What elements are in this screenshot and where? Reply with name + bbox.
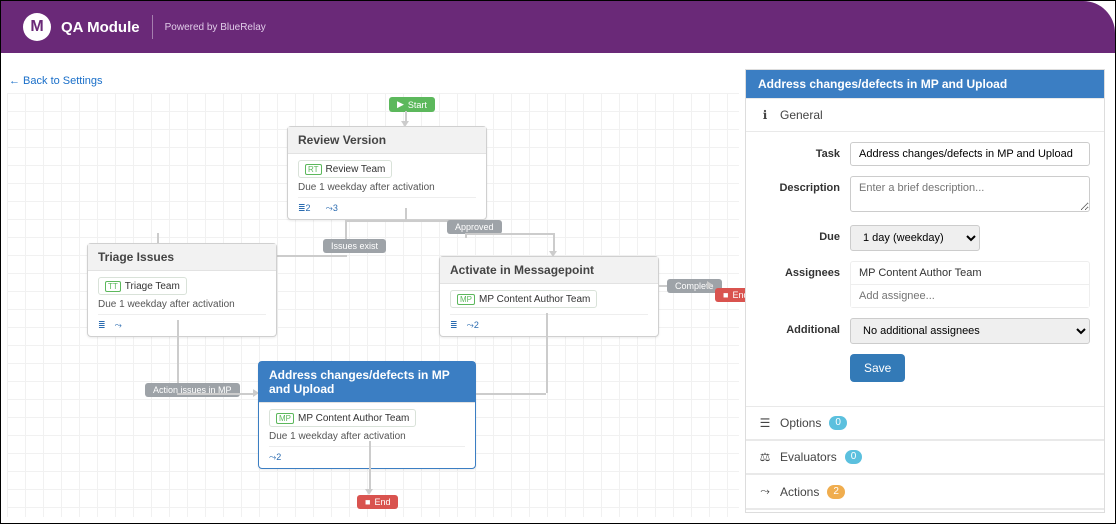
node-meta: ≣ ⤳2 xyxy=(450,314,648,332)
section-actions[interactable]: ⤳ Actions 2 xyxy=(746,474,1104,509)
assignee-name: MP Content Author Team xyxy=(298,413,409,424)
connector-line xyxy=(476,393,546,395)
arrow-right-icon xyxy=(707,281,713,289)
powered-by-text: Powered by BlueRelay xyxy=(165,22,266,33)
connector-line xyxy=(405,208,407,220)
due-select[interactable]: 1 day (weekday) xyxy=(850,225,980,251)
assignee-name: Review Team xyxy=(326,164,386,175)
stop-icon: ■ xyxy=(365,497,370,507)
additional-label: Additional xyxy=(760,318,850,336)
play-icon: ▶ xyxy=(397,99,404,110)
node-title: Activate in Messagepoint xyxy=(440,257,658,284)
due-text: Due 1 weekday after activation xyxy=(98,299,266,310)
options-badge: 0 xyxy=(829,416,847,430)
assignee-tag: TT xyxy=(105,281,121,292)
section-label: Options xyxy=(780,416,821,430)
section-label: Evaluators xyxy=(780,450,837,464)
node-title: Address changes/defects in MP and Upload xyxy=(259,362,475,403)
assignee-current[interactable]: MP Content Author Team xyxy=(851,262,1089,285)
end-pill-bottom[interactable]: ■ End xyxy=(357,495,398,509)
node-meta: ⤳2 xyxy=(269,446,465,464)
app-title: QA Module xyxy=(61,19,140,36)
node-meta: ≣2 ⤳3 xyxy=(298,197,476,215)
info-icon: ℹ xyxy=(758,108,772,122)
general-form: Task Description Due 1 day (weekday) Ass… xyxy=(746,132,1104,406)
end-label: End xyxy=(374,497,390,507)
back-to-settings-link[interactable]: ← Back to Settings xyxy=(9,75,103,87)
assignee-chip: TT Triage Team xyxy=(98,277,187,295)
panel-title: Address changes/defects in MP and Upload xyxy=(746,70,1104,98)
section-label: General xyxy=(780,108,823,122)
task-input[interactable] xyxy=(850,142,1090,166)
connector-line xyxy=(465,233,555,235)
assignee-name: MP Content Author Team xyxy=(479,294,590,305)
complete-label: Complete xyxy=(667,279,722,293)
node-activate-messagepoint[interactable]: Activate in Messagepoint MP MP Content A… xyxy=(439,256,659,337)
properties-panel: Address changes/defects in MP and Upload… xyxy=(745,69,1105,513)
list-icon: ≣ xyxy=(98,320,106,330)
evaluators-badge: 0 xyxy=(845,450,863,464)
section-evaluators[interactable]: ⚖ Evaluators 0 xyxy=(746,440,1104,474)
task-label: Task xyxy=(760,142,850,160)
description-input[interactable] xyxy=(850,176,1090,212)
assignees-label: Assignees xyxy=(760,261,850,279)
stop-icon: ■ xyxy=(723,290,728,300)
workflow-canvas[interactable]: ▶ Start Review Version RT Review Team Du… xyxy=(7,93,739,517)
due-text: Due 1 weekday after activation xyxy=(298,182,476,193)
section-options[interactable]: ☰ Options 0 xyxy=(746,406,1104,440)
branch-icon: ⤳3 xyxy=(326,203,344,213)
branch-icon: ⤳ xyxy=(115,320,122,330)
app-header: M QA Module Powered by BlueRelay xyxy=(1,1,1115,53)
connector-line xyxy=(177,320,179,390)
add-assignee-input[interactable] xyxy=(851,285,1089,307)
additional-select[interactable]: No additional assignees xyxy=(850,318,1090,344)
assignee-chip: RT Review Team xyxy=(298,160,392,178)
connector-line xyxy=(553,233,555,253)
section-label: Actions xyxy=(780,485,819,499)
branch-icon: ⤳2 xyxy=(269,452,287,462)
connector-line xyxy=(546,313,548,393)
assignee-name: Triage Team xyxy=(125,281,180,292)
header-divider xyxy=(152,15,153,39)
assignee-tag: MP xyxy=(276,413,294,424)
branch-icon: ⤳2 xyxy=(467,320,485,330)
approved-label: Approved xyxy=(447,220,502,234)
list-icon: ☰ xyxy=(758,416,772,430)
node-review-version[interactable]: Review Version RT Review Team Due 1 week… xyxy=(287,126,487,220)
description-label: Description xyxy=(760,176,850,194)
node-triage-issues[interactable]: Triage Issues TT Triage Team Due 1 weekd… xyxy=(87,243,277,337)
start-label: Start xyxy=(408,100,427,110)
due-label: Due xyxy=(760,225,850,243)
list-icon: ≣2 xyxy=(298,203,317,213)
assignees-stack: MP Content Author Team xyxy=(850,261,1090,308)
bolt-icon: ⤳ xyxy=(758,484,772,499)
assignee-chip: MP MP Content Author Team xyxy=(269,409,416,427)
list-icon: ≣ xyxy=(450,320,458,330)
assignee-tag: RT xyxy=(305,164,322,175)
node-address-changes[interactable]: Address changes/defects in MP and Upload… xyxy=(258,361,476,469)
logo-icon: M xyxy=(23,13,51,41)
section-general-heading[interactable]: ℹ General xyxy=(746,98,1104,132)
node-title: Triage Issues xyxy=(88,244,276,271)
save-button[interactable]: Save xyxy=(850,354,905,382)
section-forms[interactable]: ☑ Forms 0 xyxy=(746,509,1104,513)
actions-badge: 2 xyxy=(827,485,845,499)
node-meta: ≣ ⤳ xyxy=(98,314,266,332)
due-text: Due 1 weekday after activation xyxy=(269,431,465,442)
connector-line xyxy=(177,393,255,395)
assignee-chip: MP MP Content Author Team xyxy=(450,290,597,308)
node-title: Review Version xyxy=(288,127,486,154)
connector-line xyxy=(369,441,371,491)
scales-icon: ⚖ xyxy=(758,450,772,464)
start-pill[interactable]: ▶ Start xyxy=(389,97,435,112)
issues-exist-label: Issues exist xyxy=(323,239,386,253)
assignee-tag: MP xyxy=(457,294,475,305)
